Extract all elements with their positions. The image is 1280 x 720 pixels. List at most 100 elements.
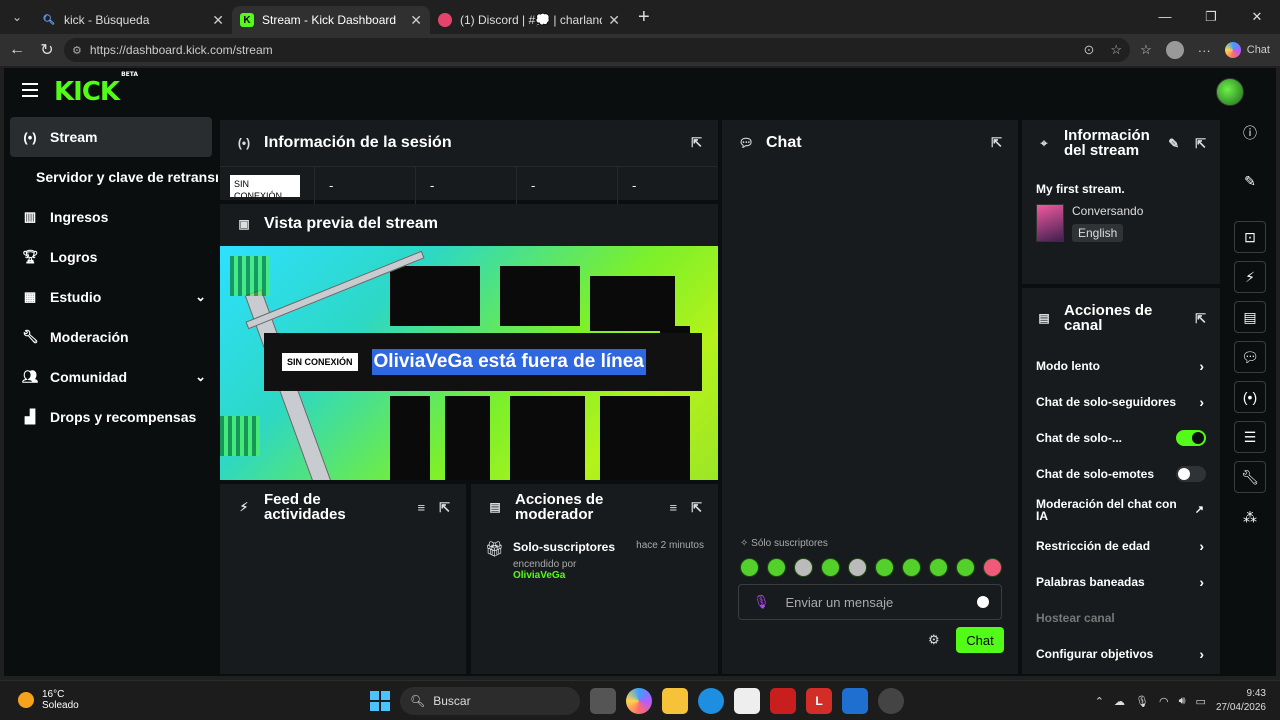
chevron-right-icon: › bbox=[1199, 394, 1204, 410]
tab-list-button[interactable]: ⌄ bbox=[0, 0, 34, 34]
close-window-button[interactable]: ✕ bbox=[1234, 0, 1280, 34]
browser-tab-search[interactable]: 🔍︎ kick - Búsqueda ✕ bbox=[34, 6, 232, 34]
emote-icon[interactable] bbox=[929, 558, 948, 577]
mod-action-user[interactable]: OliviaVeGa bbox=[513, 570, 565, 581]
chevron-up-icon[interactable]: ⌃ bbox=[1095, 695, 1104, 708]
sidebar-item-estudio[interactable]: ▦ Estudio ⌄ bbox=[10, 277, 212, 317]
more-icon[interactable]: ⊙ bbox=[1083, 42, 1094, 58]
copilot-app-icon[interactable] bbox=[626, 688, 652, 714]
task-view-icon[interactable] bbox=[590, 688, 616, 714]
chevron-right-icon: › bbox=[1199, 358, 1204, 374]
filter-icon[interactable]: ≡ bbox=[670, 500, 678, 515]
battery-icon[interactable]: ▭ bbox=[1196, 695, 1206, 708]
subscribers-only-toggle[interactable] bbox=[1176, 430, 1206, 446]
close-icon[interactable]: ✕ bbox=[608, 12, 620, 29]
obs-icon[interactable] bbox=[878, 688, 904, 714]
reload-button[interactable]: ↻ bbox=[32, 40, 62, 60]
microphone-icon[interactable]: 🎙︎ bbox=[753, 594, 770, 610]
wifi-icon[interactable]: ◠ bbox=[1159, 695, 1169, 708]
category-name[interactable]: Conversando bbox=[1072, 204, 1143, 218]
favorite-star-icon[interactable]: ☆ bbox=[1110, 42, 1122, 58]
action-age-restriction[interactable]: Restricción de edad › bbox=[1022, 528, 1220, 564]
cloud-icon[interactable]: ☁ bbox=[1114, 695, 1125, 708]
copilot-button[interactable]: Chat bbox=[1224, 42, 1270, 58]
action-banned-words[interactable]: Palabras baneadas › bbox=[1022, 564, 1220, 600]
action-ai-moderation[interactable]: Moderación del chat con IA ↗ bbox=[1022, 492, 1220, 528]
hamburger-menu-icon[interactable] bbox=[22, 83, 38, 97]
action-followers-only[interactable]: Chat de solo-seguidores › bbox=[1022, 384, 1220, 420]
kick-logo[interactable]: KICKBETA bbox=[54, 71, 138, 107]
emote-icon[interactable] bbox=[821, 558, 840, 577]
sidebar-item-moderacion[interactable]: 🔧︎ Moderación bbox=[10, 317, 212, 357]
emotes-only-toggle[interactable] bbox=[1176, 466, 1206, 482]
action-set-goals[interactable]: Configurar objetivos › bbox=[1022, 636, 1220, 672]
maximize-button[interactable]: ❐ bbox=[1188, 0, 1234, 34]
volume-icon[interactable]: 🔊︎ bbox=[1179, 695, 1186, 708]
browser-tab-discord[interactable]: (1) Discord | #💭 | charlando | KICK ✕ bbox=[430, 6, 628, 34]
sidebar-item-ingresos[interactable]: ▥ Ingresos bbox=[10, 197, 212, 237]
lightning-icon[interactable]: ⚡︎ bbox=[1234, 261, 1266, 293]
site-info-icon[interactable]: ⚙ bbox=[72, 44, 82, 57]
menu-dots-icon[interactable]: ··· bbox=[1198, 43, 1211, 58]
gear-icon[interactable]: ⚙ bbox=[928, 632, 940, 648]
taskbar-search[interactable]: 🔍︎ Buscar bbox=[400, 687, 580, 715]
minimize-button[interactable]: — bbox=[1142, 0, 1188, 34]
mcafee-icon[interactable] bbox=[770, 688, 796, 714]
emote-icon[interactable] bbox=[740, 558, 759, 577]
expand-icon[interactable]: ⇱ bbox=[691, 500, 702, 515]
broadcast-icon[interactable]: (•) bbox=[1234, 381, 1266, 413]
apps-icon[interactable]: ⁂ bbox=[1234, 501, 1266, 533]
sidebar-item-comunidad[interactable]: 👥︎ Comunidad ⌄ bbox=[10, 357, 212, 397]
profile-avatar[interactable] bbox=[1165, 41, 1184, 59]
expand-icon[interactable]: ⇱ bbox=[691, 135, 702, 151]
close-icon[interactable]: ✕ bbox=[410, 12, 422, 29]
address-bar[interactable]: ⚙ https://dashboard.kick.com/stream ⊙ ☆ bbox=[64, 38, 1130, 62]
action-slow-mode[interactable]: Modo lento › bbox=[1022, 348, 1220, 384]
edge-icon[interactable] bbox=[698, 688, 724, 714]
expand-icon[interactable]: ⇱ bbox=[439, 500, 450, 515]
wrench-icon[interactable]: 🔧︎ bbox=[1234, 461, 1266, 493]
emote-icon[interactable] bbox=[794, 558, 813, 577]
lastpass-icon[interactable]: L bbox=[806, 688, 832, 714]
mail-icon[interactable] bbox=[842, 688, 868, 714]
edit-icon[interactable]: ✎ bbox=[1168, 136, 1179, 151]
emote-icon[interactable] bbox=[875, 558, 894, 577]
new-tab-button[interactable]: + bbox=[638, 6, 650, 29]
windows-start-icon[interactable] bbox=[370, 691, 390, 711]
browser-tab-kick[interactable]: K Stream - Kick Dashboard ✕ bbox=[232, 6, 430, 34]
edit-icon[interactable]: ✎ bbox=[1234, 165, 1266, 197]
emote-icon[interactable] bbox=[956, 558, 975, 577]
activity-feed-panel: ⚡︎ Feed de actividades ≡ ⇱ bbox=[220, 484, 466, 674]
user-avatar[interactable] bbox=[1216, 78, 1244, 106]
emote-icon[interactable] bbox=[848, 558, 867, 577]
emote-icon[interactable] bbox=[983, 558, 1002, 577]
info-icon[interactable]: ⓘ bbox=[1234, 117, 1266, 149]
emote-icon[interactable] bbox=[767, 558, 786, 577]
back-button[interactable]: ← bbox=[2, 41, 32, 59]
chat-bubble-icon[interactable]: 💬︎ bbox=[1234, 341, 1266, 373]
close-icon[interactable]: ✕ bbox=[212, 12, 224, 29]
chat-input[interactable] bbox=[785, 594, 966, 610]
capture-icon[interactable]: ⊡ bbox=[1234, 221, 1266, 253]
sidebar-item-logros[interactable]: 🏆︎ Logros bbox=[10, 237, 212, 277]
file-explorer-icon[interactable] bbox=[662, 688, 688, 714]
expand-icon[interactable]: ⇱ bbox=[1195, 136, 1206, 151]
sidebar-item-server-key[interactable]: Servidor y clave de retransmisión bbox=[10, 157, 218, 197]
expand-icon[interactable]: ⇱ bbox=[1195, 311, 1206, 326]
clock[interactable]: 9:43 27/04/2026 bbox=[1216, 687, 1266, 715]
expand-icon[interactable]: ⇱ bbox=[991, 135, 1002, 151]
microphone-icon[interactable]: 🎙︎ bbox=[1135, 695, 1149, 708]
document-icon[interactable]: ▤ bbox=[1234, 301, 1266, 333]
action-label: Palabras baneadas bbox=[1036, 575, 1145, 589]
sidebar-item-stream[interactable]: (•) Stream bbox=[10, 117, 212, 157]
filter-icon[interactable]: ≡ bbox=[418, 500, 426, 515]
emote-icon[interactable] bbox=[902, 558, 921, 577]
tab-title: Stream - Kick Dashboard bbox=[262, 13, 397, 27]
store-icon[interactable] bbox=[734, 688, 760, 714]
send-chat-button[interactable]: Chat bbox=[956, 627, 1004, 653]
sidebar-item-drops[interactable]: ▟ Drops y recompensas bbox=[10, 397, 212, 437]
weather-widget[interactable]: 16°C Soleado bbox=[18, 689, 79, 711]
emoji-icon[interactable] bbox=[977, 596, 989, 608]
layers-icon[interactable]: ☰ bbox=[1234, 421, 1266, 453]
favorites-icon[interactable]: ☆ bbox=[1140, 42, 1152, 58]
